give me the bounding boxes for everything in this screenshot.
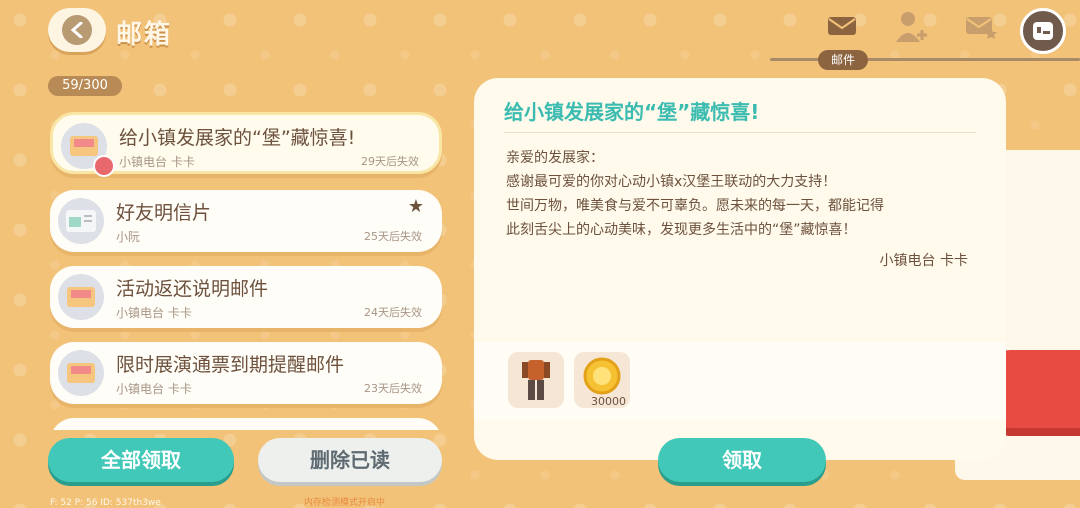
add-friend-icon[interactable] xyxy=(894,10,928,42)
reward-strip: 30000 xyxy=(474,342,1006,420)
mail-expire: 24天后失效 xyxy=(364,306,422,319)
debug-info: F: 52 P: 56 ID: 537th3we xyxy=(50,498,161,508)
mail-sender: 小阮 xyxy=(116,230,141,244)
mail-expire: 29天后失效 xyxy=(361,155,419,168)
list-item[interactable]: 活动返还说明邮件 小镇电台 卡卡 24天后失效 xyxy=(50,266,442,328)
mail-expire: 23天后失效 xyxy=(364,382,422,395)
mail-expire: 25天后失效 xyxy=(364,230,422,243)
reward-coin-icon[interactable]: 30000 xyxy=(574,352,630,408)
mail-sender: 小镇电台 卡卡 xyxy=(116,306,192,320)
tab-underline xyxy=(770,58,1080,61)
detail-greeting: 亲爱的发展家： xyxy=(506,150,604,166)
divider xyxy=(504,132,976,133)
avatar[interactable] xyxy=(1020,8,1066,54)
detail-line: 世间万物，唯美食与爱不可辜负。愿未来的每一天，都能记得 xyxy=(506,198,884,214)
detail-line: 此刻舌尖上的心动美味，发现更多生活中的“堡”藏惊喜！ xyxy=(506,222,857,238)
claim-all-button[interactable]: 全部领取 xyxy=(48,438,234,482)
claim-button[interactable]: 领取 xyxy=(658,438,826,482)
debug-warning: 内存检测模式开启中 xyxy=(304,498,386,508)
detail-signature: 小镇电台 卡卡 xyxy=(879,253,968,269)
detail-title: 给小镇发展家的“堡”藏惊喜! xyxy=(504,100,760,124)
mail-tab-icon[interactable] xyxy=(826,14,860,44)
mail-title: 好友明信片 xyxy=(116,202,212,224)
mail-sender: 小镇电台 卡卡 xyxy=(119,155,195,169)
list-item[interactable]: ★ 好友明信片 小阮 25天后失效 xyxy=(50,190,442,252)
list-item[interactable]: 给小镇发展家的“堡”藏惊喜! 小镇电台 卡卡 29天后失效 xyxy=(50,112,442,177)
reward-outfit-icon[interactable] xyxy=(508,352,564,408)
mail-detail-panel: 给小镇发展家的“堡”藏惊喜! 亲爱的发展家： 感谢最可爱的你对心动小镇x汉堡王联… xyxy=(474,78,1006,460)
list-item[interactable]: 限时展演通票到期提醒邮件 小镇电台 卡卡 23天后失效 xyxy=(50,342,442,404)
mail-title: 给小镇发展家的“堡”藏惊喜! xyxy=(119,127,356,149)
star-icon: ★ xyxy=(407,196,424,217)
attachment-badge-icon xyxy=(93,155,115,177)
mail-envelope-icon xyxy=(58,274,104,320)
back-button[interactable] xyxy=(48,8,106,52)
page-title: 邮箱 xyxy=(116,20,173,50)
mail-title: 活动返还说明邮件 xyxy=(116,278,269,300)
postcard-icon xyxy=(58,198,104,244)
tab-mail-label: 邮件 xyxy=(818,50,868,70)
starred-mail-tab-icon[interactable] xyxy=(964,14,998,44)
mail-sender: 小镇电台 卡卡 xyxy=(116,382,192,396)
list-item[interactable] xyxy=(50,418,442,430)
back-arrow-icon xyxy=(62,15,92,45)
mail-list[interactable]: 给小镇发展家的“堡”藏惊喜! 小镇电台 卡卡 29天后失效 ★ 好友明信片 小阮… xyxy=(48,112,444,430)
detail-line: 感谢最可爱的你对心动小镇x汉堡王联动的大力支持！ xyxy=(506,174,837,190)
reward-coin-count: 30000 xyxy=(591,395,626,408)
mail-title: 限时展演通票到期提醒邮件 xyxy=(116,354,345,376)
detail-body: 亲爱的发展家： 感谢最可爱的你对心动小镇x汉堡王联动的大力支持！ 世间万物，唯美… xyxy=(506,146,976,242)
mail-count-badge: 59/300 xyxy=(48,76,122,96)
mail-envelope-icon xyxy=(58,350,104,396)
delete-read-button[interactable]: 删除已读 xyxy=(258,438,442,482)
